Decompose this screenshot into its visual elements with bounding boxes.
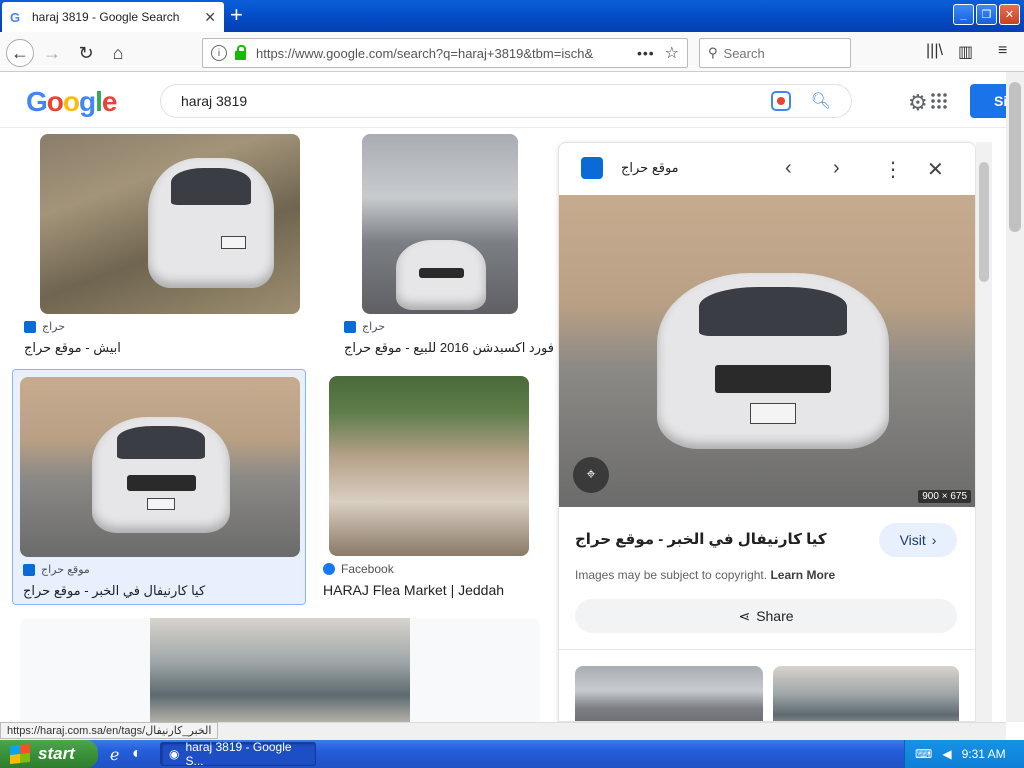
keyboard-icon[interactable]: ⌨ bbox=[915, 747, 932, 761]
share-button[interactable]: ⋖ Share bbox=[575, 599, 957, 633]
tab-title: haraj 3819 - Google Search bbox=[32, 10, 180, 24]
page-vertical-scrollbar[interactable] bbox=[1006, 72, 1024, 722]
related-image[interactable] bbox=[575, 666, 763, 721]
search-submit-icon[interactable]: 🔍︎ bbox=[811, 91, 831, 111]
car-shape bbox=[396, 240, 486, 310]
window-titlebar: G haraj 3819 - Google Search ✕ + _ ❐ ✕ bbox=[0, 0, 1024, 32]
result-thumbnail[interactable] bbox=[150, 618, 410, 722]
haraj-favicon-icon bbox=[581, 157, 603, 179]
preview-site-name[interactable]: موقع حراج bbox=[621, 160, 679, 176]
result-thumbnail[interactable] bbox=[362, 134, 518, 314]
window-app-icon: ◉ bbox=[169, 747, 180, 761]
clock: 9:31 AM bbox=[961, 747, 1006, 761]
result-thumbnail[interactable] bbox=[20, 377, 300, 557]
more-options-icon[interactable]: ⋮ bbox=[883, 157, 903, 182]
copyright-notice: Images may be subject to copyright. Lear… bbox=[575, 568, 836, 582]
visit-button[interactable]: Visit › bbox=[879, 523, 957, 557]
browser-tab[interactable]: G haraj 3819 - Google Search ✕ bbox=[2, 2, 224, 32]
result-card[interactable]: Facebook HARAJ Flea Market | Jeddah bbox=[322, 376, 536, 604]
result-card[interactable] bbox=[20, 618, 540, 722]
result-card-selected[interactable]: موقع حراج كيا كارنيفال في الخبر - موقع ح… bbox=[12, 369, 306, 605]
windows-flag-icon bbox=[10, 743, 30, 765]
browser-search-input[interactable] bbox=[723, 45, 834, 61]
tab-close-icon[interactable]: ✕ bbox=[204, 9, 216, 26]
start-button[interactable]: start bbox=[0, 740, 98, 768]
result-source: حراج bbox=[344, 320, 385, 333]
related-image[interactable] bbox=[773, 666, 959, 721]
system-tray: ⌨ ◀ 9:31 AM bbox=[904, 740, 1024, 768]
facebook-icon bbox=[323, 563, 335, 575]
bookmark-star-icon[interactable]: ☆ bbox=[665, 43, 679, 63]
divider bbox=[559, 649, 975, 650]
home-button[interactable]: ⌂ bbox=[104, 39, 132, 67]
close-window-button[interactable]: ✕ bbox=[999, 4, 1020, 25]
result-source: حراج bbox=[24, 320, 65, 333]
chevron-right-icon: › bbox=[931, 532, 937, 548]
reload-button[interactable]: ↻ bbox=[72, 39, 100, 67]
back-arrow-tray-icon[interactable]: ◀ bbox=[942, 747, 951, 761]
google-apps-icon[interactable] bbox=[930, 92, 948, 110]
result-source: موقع حراج bbox=[23, 563, 90, 576]
browser-quicklaunch-icon[interactable]: ◐ bbox=[132, 745, 142, 763]
result-title[interactable]: ابيش - موقع حراج bbox=[24, 340, 121, 356]
image-results-grid: حراج ابيش - موقع حراج حراج فورد اكسبدشن … bbox=[0, 128, 556, 722]
google-lens-icon[interactable] bbox=[770, 91, 791, 111]
library-icon[interactable]: |||\ bbox=[926, 42, 943, 60]
result-card[interactable]: حراج ابيش - موقع حراج bbox=[20, 134, 324, 362]
car-shape bbox=[148, 158, 274, 288]
info-icon[interactable]: i bbox=[211, 45, 227, 61]
image-dimensions: 900 × 675 bbox=[918, 490, 971, 503]
next-image-icon[interactable]: › bbox=[833, 157, 840, 180]
image-preview-panel: موقع حراج ‹ › ⋮ ✕ ⌖ 900 × 675 كيا كارنيف… bbox=[558, 142, 976, 722]
minimize-button[interactable]: _ bbox=[953, 4, 974, 25]
restore-button[interactable]: ❐ bbox=[976, 4, 997, 25]
haraj-favicon-icon bbox=[24, 320, 36, 333]
address-bar[interactable]: i https://www.google.com/search?q=haraj+… bbox=[202, 38, 688, 68]
learn-more-link[interactable]: Learn More bbox=[770, 568, 835, 582]
url-text[interactable]: https://www.google.com/search?q=haraj+38… bbox=[256, 46, 627, 61]
haraj-favicon-icon bbox=[344, 320, 356, 333]
ie-quicklaunch-icon[interactable]: ℯ bbox=[110, 745, 119, 765]
search-icon: ⚲ bbox=[708, 45, 718, 60]
page-actions-icon[interactable]: ••• bbox=[637, 45, 655, 61]
google-search-bar[interactable]: 🔍︎ bbox=[160, 84, 852, 118]
status-bar-url: https://haraj.com.sa/en/tags/الخبر_كارني… bbox=[0, 722, 219, 739]
google-favicon-icon: G bbox=[10, 10, 21, 25]
result-card[interactable]: حراج فورد اكسبدشن 2016 للبيع - موقع حراج bbox=[340, 134, 554, 362]
back-button[interactable]: ← bbox=[6, 39, 34, 67]
search-inside-image-icon[interactable]: ⌖ bbox=[573, 457, 609, 493]
windows-taskbar: start ℯ ◐ ◉ haraj 3819 - Google S... ⌨ ◀… bbox=[0, 740, 1024, 768]
sidebar-icon[interactable]: ▥ bbox=[958, 42, 973, 62]
preview-image[interactable]: ⌖ 900 × 675 bbox=[559, 195, 975, 507]
google-header: Google 🔍︎ ⚙ Si bbox=[0, 72, 1024, 128]
preview-header: موقع حراج ‹ › ⋮ ✕ bbox=[559, 143, 975, 195]
car-shape bbox=[92, 417, 230, 533]
result-title[interactable]: HARAJ Flea Market | Jeddah bbox=[323, 582, 504, 598]
google-logo[interactable]: Google bbox=[26, 86, 117, 118]
browser-search-box[interactable]: ⚲ bbox=[699, 38, 851, 68]
result-thumbnail[interactable] bbox=[40, 134, 300, 314]
browser-toolbar: ← → ↻ ⌂ i https://www.google.com/search?… bbox=[0, 32, 1024, 72]
preview-title[interactable]: كيا كارنيفال في الخبر - موقع حراج bbox=[575, 530, 827, 548]
haraj-favicon-icon bbox=[23, 563, 35, 576]
close-preview-icon[interactable]: ✕ bbox=[927, 157, 944, 182]
menu-icon[interactable]: ≡ bbox=[998, 42, 1007, 60]
google-search-input[interactable] bbox=[181, 93, 771, 109]
result-title[interactable]: فورد اكسبدشن 2016 للبيع - موقع حراج bbox=[344, 340, 554, 356]
result-title[interactable]: كيا كارنيفال في الخبر - موقع حراج bbox=[23, 583, 205, 599]
preview-scrollbar[interactable] bbox=[976, 142, 992, 722]
result-source: Facebook bbox=[323, 562, 394, 576]
forward-button[interactable]: → bbox=[38, 39, 66, 67]
result-thumbnail[interactable] bbox=[329, 376, 529, 556]
window-controls: _ ❐ ✕ bbox=[953, 4, 1020, 25]
previous-image-icon[interactable]: ‹ bbox=[785, 157, 792, 180]
new-tab-button[interactable]: + bbox=[230, 4, 243, 26]
settings-gear-icon[interactable]: ⚙ bbox=[908, 90, 928, 116]
lock-icon bbox=[235, 44, 246, 60]
taskbar-window-item[interactable]: ◉ haraj 3819 - Google S... bbox=[160, 740, 316, 768]
share-icon: ⋖ bbox=[738, 607, 751, 624]
car-shape bbox=[657, 273, 889, 449]
